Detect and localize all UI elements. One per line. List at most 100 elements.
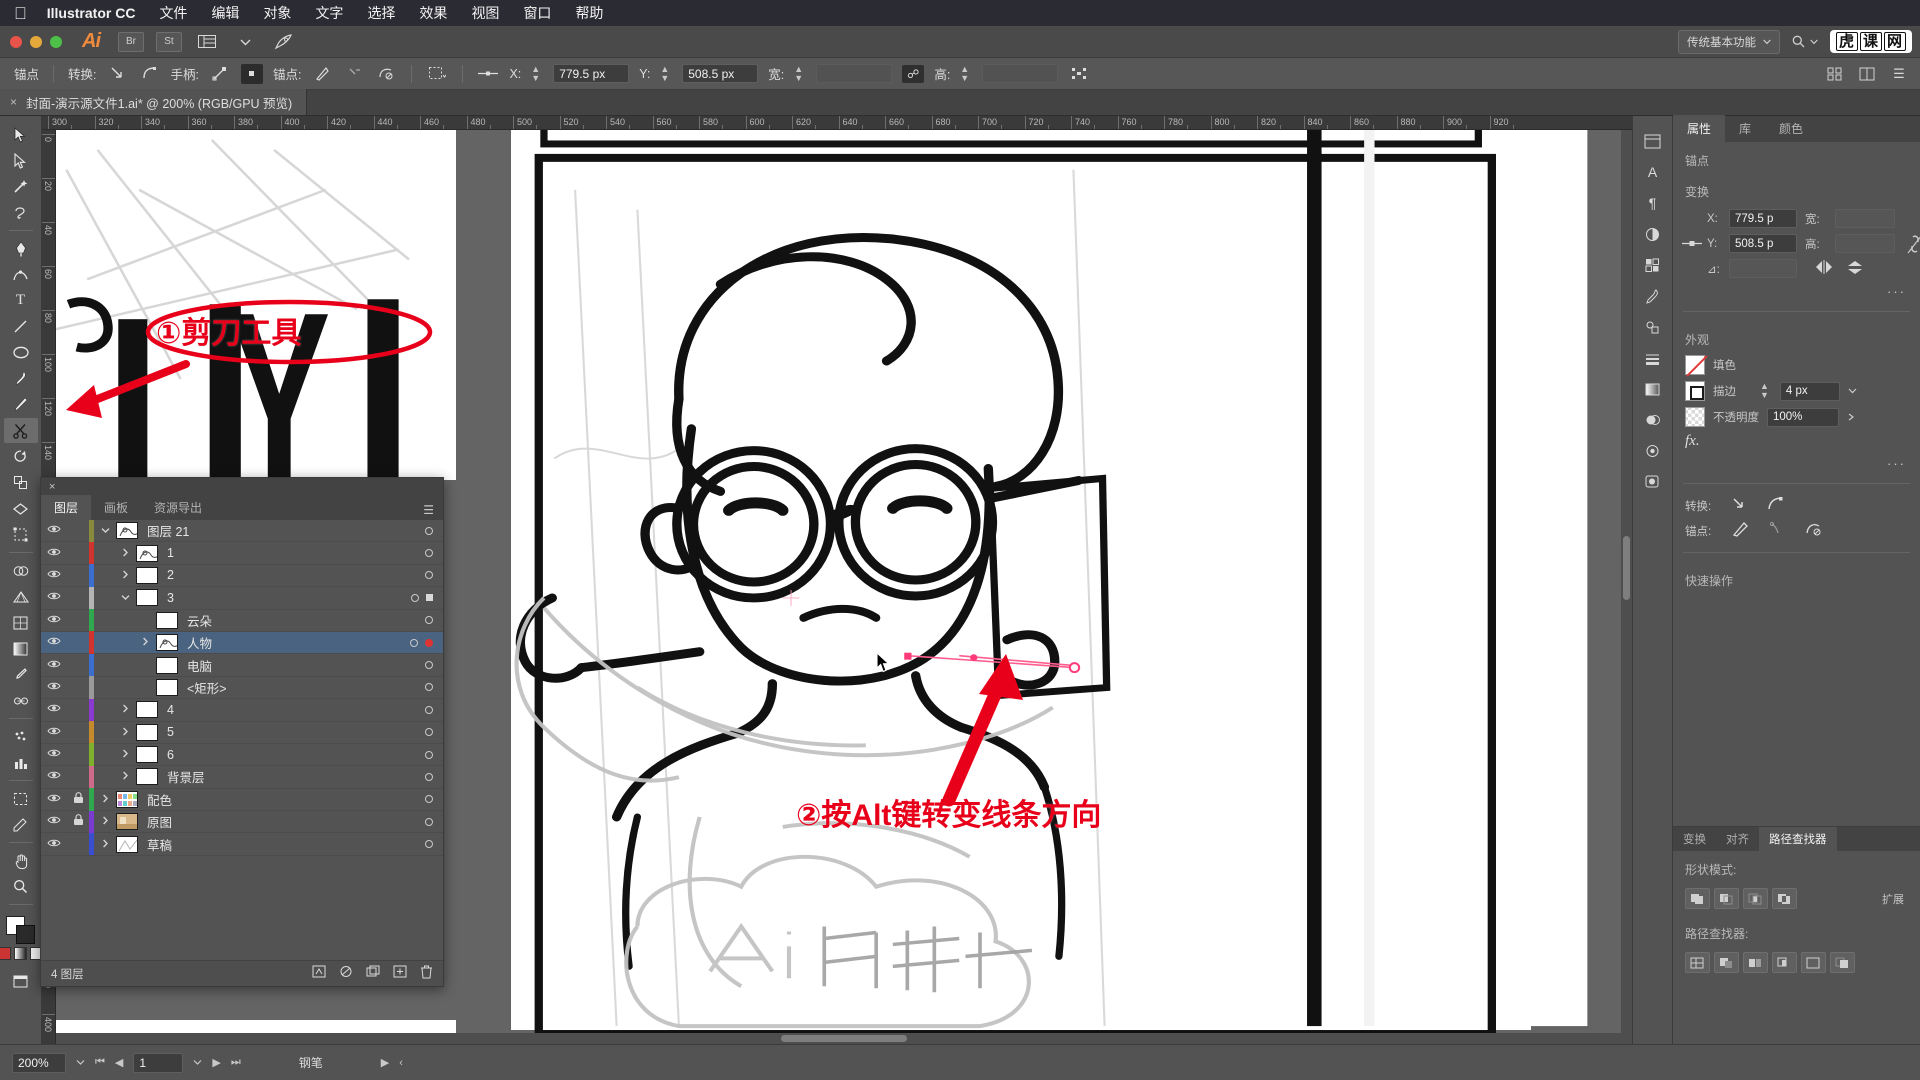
line-segment-tool[interactable]: [4, 314, 38, 339]
layer-visibility-icon[interactable]: [41, 524, 67, 537]
layer-name[interactable]: 云朵: [178, 611, 212, 630]
opacity-input[interactable]: 100%: [1767, 407, 1839, 427]
tab-properties[interactable]: 属性: [1673, 115, 1726, 142]
layer-visibility-icon[interactable]: [41, 614, 67, 627]
tab-layers[interactable]: 图层: [41, 495, 92, 520]
panel-menu-icon[interactable]: ☰: [1888, 64, 1910, 84]
layer-expand-arrow[interactable]: [114, 570, 136, 581]
menu-object[interactable]: 对象: [263, 3, 291, 23]
layer-expand-arrow[interactable]: [114, 771, 136, 782]
layer-name[interactable]: 1: [158, 546, 174, 560]
width-tool[interactable]: [4, 496, 38, 521]
appearance-icon[interactable]: [1639, 440, 1667, 462]
page-number-input[interactable]: 1: [133, 1052, 184, 1073]
layer-visibility-icon[interactable]: [41, 681, 67, 694]
blend-tool[interactable]: [4, 688, 38, 713]
layer-visibility-icon[interactable]: [41, 748, 67, 761]
menu-select[interactable]: 选择: [367, 3, 395, 23]
fill-swatch-icon[interactable]: [1685, 355, 1705, 375]
chevron-down-icon[interactable]: [76, 1059, 85, 1066]
zoom-level-input[interactable]: 200%: [12, 1052, 66, 1073]
tab-pathfinder[interactable]: 路径查找器: [1759, 827, 1837, 851]
layer-name[interactable]: 3: [158, 591, 174, 605]
layer-row[interactable]: 图层 21: [41, 520, 443, 543]
stock-button[interactable]: St: [156, 31, 182, 52]
layer-row[interactable]: 草稿: [41, 832, 443, 856]
layer-target-icon[interactable]: [425, 549, 433, 558]
delete-selection-icon[interactable]: [420, 965, 433, 982]
layer-row[interactable]: 原图: [41, 810, 443, 834]
layer-target-icon[interactable]: [425, 795, 433, 804]
symbols-icon[interactable]: [1639, 316, 1667, 338]
layer-target-icon[interactable]: [425, 728, 433, 737]
layer-expand-arrow[interactable]: [94, 526, 116, 536]
layer-target-icon[interactable]: [425, 616, 433, 625]
layer-target-icon[interactable]: [425, 840, 433, 849]
width-stepper[interactable]: ▲ ▼: [794, 64, 803, 83]
anchor-point-position-icon[interactable]: [477, 64, 499, 84]
gradient-button[interactable]: [14, 947, 27, 960]
lasso-tool[interactable]: [4, 200, 38, 225]
color-icon[interactable]: [1639, 223, 1667, 245]
intersect-icon[interactable]: [1743, 888, 1768, 909]
fx-icon[interactable]: fx.: [1685, 433, 1700, 450]
width-input[interactable]: [816, 64, 893, 83]
layer-visibility-icon[interactable]: [41, 659, 67, 672]
stroke-swatch-icon[interactable]: [1685, 381, 1705, 401]
show-handles-icon[interactable]: [209, 64, 231, 84]
menu-help[interactable]: 帮助: [575, 3, 603, 23]
first-page-icon[interactable]: ⏮: [95, 1056, 105, 1069]
layer-name[interactable]: 4: [158, 703, 174, 717]
layer-row[interactable]: 云朵: [41, 609, 443, 632]
layer-target-icon[interactable]: [425, 817, 433, 826]
layer-row[interactable]: 4: [41, 698, 443, 722]
arrange-icon[interactable]: [1856, 64, 1878, 84]
layer-expand-arrow[interactable]: [114, 704, 136, 715]
unlink-icon[interactable]: [1907, 206, 1920, 281]
tab-align[interactable]: 对齐: [1716, 827, 1759, 851]
x-input[interactable]: 779.5 px: [553, 64, 630, 83]
layer-target-icon[interactable]: [425, 571, 433, 580]
ellipse-tool[interactable]: [4, 340, 38, 365]
layer-target-icon[interactable]: [425, 750, 433, 759]
layer-expand-arrow[interactable]: [94, 816, 116, 827]
layers-list[interactable]: 图层 21 1 2 3 云朵 人物 电脑 <矩形> 4 5 6 背景层 配色 原图 草稿: [41, 520, 443, 960]
link-icon[interactable]: ☍: [902, 64, 925, 83]
exclude-icon[interactable]: [1772, 888, 1797, 909]
new-layer-icon[interactable]: [393, 965, 407, 982]
layer-expand-arrow[interactable]: [114, 548, 136, 559]
trim-icon[interactable]: [1714, 952, 1739, 973]
direct-selection-tool[interactable]: [4, 148, 38, 173]
layer-expand-arrow[interactable]: [114, 749, 136, 760]
remove-anchor-icon[interactable]: [311, 64, 333, 84]
properties-width-input[interactable]: [1835, 209, 1895, 228]
layer-target-icon[interactable]: [425, 705, 433, 714]
layer-target-icon[interactable]: [411, 593, 419, 602]
layer-target-icon[interactable]: [425, 526, 433, 535]
layer-expand-arrow[interactable]: [94, 794, 116, 805]
flip-vertical-icon[interactable]: [1847, 260, 1863, 278]
layer-visibility-icon[interactable]: [41, 703, 67, 716]
y-input[interactable]: 508.5 px: [682, 64, 759, 83]
play-icon[interactable]: ▶: [381, 1056, 389, 1069]
isolate-selection-icon[interactable]: [426, 64, 448, 84]
layer-name[interactable]: 人物: [178, 633, 212, 652]
bridge-button[interactable]: Br: [118, 31, 144, 52]
appearance-more-options[interactable]: ···: [1887, 456, 1906, 471]
stroke-width-input[interactable]: 4 px: [1779, 381, 1840, 401]
scale-tool[interactable]: [4, 470, 38, 495]
layer-row[interactable]: 2: [41, 564, 443, 588]
layer-visibility-icon[interactable]: [41, 636, 67, 649]
tab-color[interactable]: 颜色: [1765, 115, 1817, 142]
zoom-tool[interactable]: [4, 874, 38, 899]
properties-height-input[interactable]: [1835, 234, 1895, 253]
pen-tool[interactable]: [4, 236, 38, 261]
transform-more-options[interactable]: ···: [1887, 284, 1906, 299]
gradient-tool[interactable]: [4, 636, 38, 661]
stroke-row[interactable]: 描边 ▲ ▼ 4 px: [1673, 378, 1920, 404]
layer-selection-indicator[interactable]: [425, 638, 433, 647]
shape-builder-tool[interactable]: [4, 558, 38, 583]
scroll-thumb[interactable]: [780, 1035, 908, 1042]
chevron-down-icon[interactable]: [193, 1059, 202, 1066]
fill-row[interactable]: 填色: [1673, 352, 1920, 378]
